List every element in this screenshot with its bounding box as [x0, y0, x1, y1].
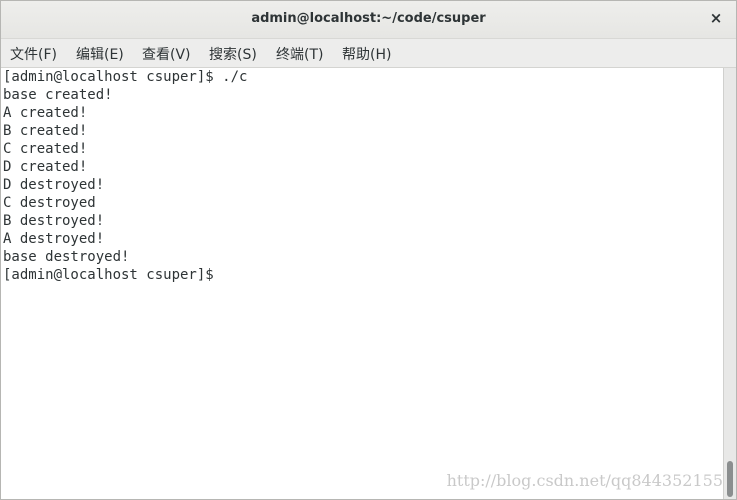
- terminal-prompt-line: [admin@localhost csuper]$: [3, 267, 214, 283]
- terminal-line: A created!: [3, 105, 88, 121]
- menu-search[interactable]: 搜索(S): [209, 44, 257, 64]
- terminal-line: D destroyed!: [3, 177, 105, 193]
- terminal-line: A destroyed!: [3, 231, 105, 247]
- menu-help[interactable]: 帮助(H): [342, 44, 391, 64]
- close-icon[interactable]: ×: [706, 8, 726, 28]
- terminal-line: base created!: [3, 87, 113, 103]
- vertical-scrollbar[interactable]: [723, 68, 736, 499]
- terminal-line: C created!: [3, 141, 88, 157]
- title-bar[interactable]: admin@localhost:~/code/csuper ×: [1, 1, 736, 39]
- terminal-line: B created!: [3, 123, 88, 139]
- menu-file[interactable]: 文件(F): [10, 44, 57, 64]
- scrollbar-thumb[interactable]: [727, 461, 733, 497]
- watermark-text: http://blog.csdn.net/qq844352155: [446, 471, 723, 490]
- menu-bar: 文件(F) 编辑(E) 查看(V) 搜索(S) 终端(T) 帮助(H): [1, 39, 736, 68]
- menu-terminal[interactable]: 终端(T): [276, 44, 323, 64]
- terminal-line: base destroyed!: [3, 249, 130, 265]
- menu-view[interactable]: 查看(V): [142, 44, 191, 64]
- terminal-line: B destroyed!: [3, 213, 105, 229]
- terminal-line: D created!: [3, 159, 88, 175]
- terminal-line: C destroyed: [3, 195, 96, 211]
- terminal-output[interactable]: [admin@localhost csuper]$ ./c base creat…: [1, 68, 723, 499]
- terminal-window: admin@localhost:~/code/csuper × 文件(F) 编辑…: [0, 0, 737, 500]
- menu-edit[interactable]: 编辑(E): [76, 44, 124, 64]
- window-title: admin@localhost:~/code/csuper: [251, 11, 486, 26]
- terminal-line: [admin@localhost csuper]$ ./c: [3, 69, 248, 85]
